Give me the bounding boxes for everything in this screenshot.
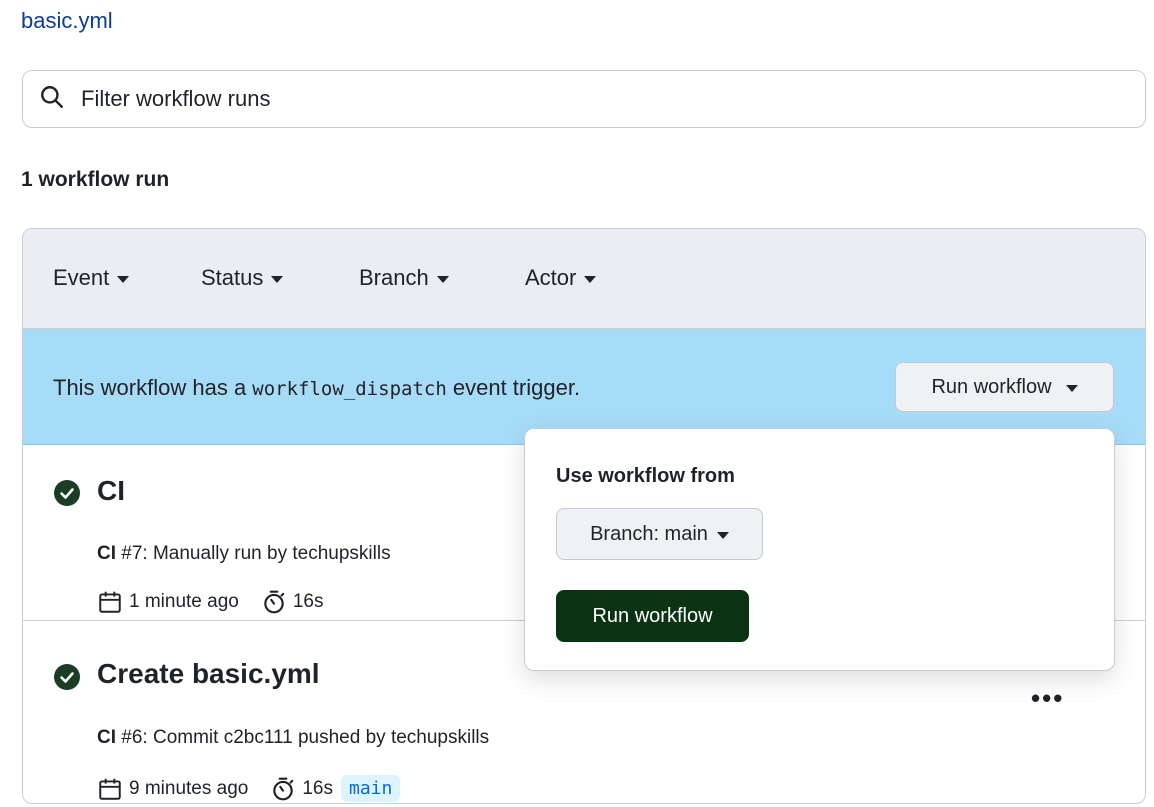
run-meta: CI #6: Commit c2bc111 pushed by techupsk… [97, 727, 489, 749]
actor-filter-button[interactable]: Actor [525, 265, 597, 291]
run-workflow-dropdown-button[interactable]: Run workflow [895, 362, 1114, 412]
banner-text-before: This workflow has a [53, 375, 253, 400]
caret-down-icon [1065, 385, 1078, 392]
event-filter-button[interactable]: Event [53, 265, 130, 291]
run-title-link[interactable]: CI [97, 475, 125, 507]
run-meta: CI #7: Manually run by techupskills [97, 543, 391, 565]
branch-tag[interactable]: main [341, 775, 401, 802]
run-duration: 16s [302, 777, 333, 799]
calendar-icon [99, 591, 121, 613]
check-circle-icon [54, 664, 80, 690]
run-time: 1 minute ago [129, 591, 239, 612]
run-duration: 16s [292, 591, 324, 612]
branch-select-button[interactable]: Branch: main [556, 508, 763, 560]
search-icon [39, 84, 65, 115]
run-workflow-button-label: Run workflow [931, 375, 1052, 398]
caret-down-icon [436, 276, 449, 283]
run-title-link[interactable]: Create basic.yml [97, 658, 320, 690]
check-circle-icon [54, 480, 80, 506]
filter-workflow-runs[interactable] [22, 70, 1146, 128]
branch-select-label: Branch: main [590, 522, 708, 545]
run-time: 9 minutes ago [129, 777, 249, 799]
run-meta-detail: #7: Manually run by techupskills [116, 543, 391, 564]
run-workflow-dropdown: Use workflow from Branch: main Run workf… [524, 428, 1115, 671]
calendar-icon [99, 778, 121, 800]
run-workflow-submit-button[interactable]: Run workflow [556, 590, 749, 642]
banner-text-after: event trigger. [446, 375, 581, 400]
caret-down-icon [584, 276, 597, 283]
dropdown-title: Use workflow from [556, 465, 735, 487]
caret-down-icon [117, 276, 130, 283]
dispatch-banner-text: This workflow has a workflow_dispatch ev… [53, 375, 580, 401]
branch-filter-label: Branch [359, 265, 429, 290]
run-stats: 1 minute ago 16s [97, 589, 324, 615]
run-stats: 9 minutes ago 16s main [97, 775, 401, 802]
kebab-horizontal-icon[interactable]: ••• [1031, 683, 1064, 714]
status-filter-button[interactable]: Status [201, 265, 284, 291]
caret-down-icon [271, 276, 284, 283]
run-workflow-name: CI [97, 727, 116, 748]
run-meta-detail: #6: Commit c2bc111 pushed by techupskill… [116, 727, 490, 748]
caret-down-icon [716, 532, 729, 539]
banner-code-trigger: workflow_dispatch [252, 378, 447, 400]
event-filter-label: Event [53, 265, 110, 290]
workflow-file-link[interactable]: basic.yml [21, 8, 113, 34]
branch-filter-button[interactable]: Branch [359, 265, 449, 291]
workflow-run-count: 1 workflow run [21, 168, 170, 191]
actor-filter-label: Actor [525, 265, 577, 290]
stopwatch-icon [273, 777, 294, 800]
runs-filter-bar: Event Status Branch Actor [23, 229, 1145, 329]
status-filter-label: Status [201, 265, 264, 290]
filter-input[interactable] [81, 79, 1081, 119]
run-workflow-name: CI [97, 543, 116, 564]
stopwatch-icon [264, 590, 285, 614]
